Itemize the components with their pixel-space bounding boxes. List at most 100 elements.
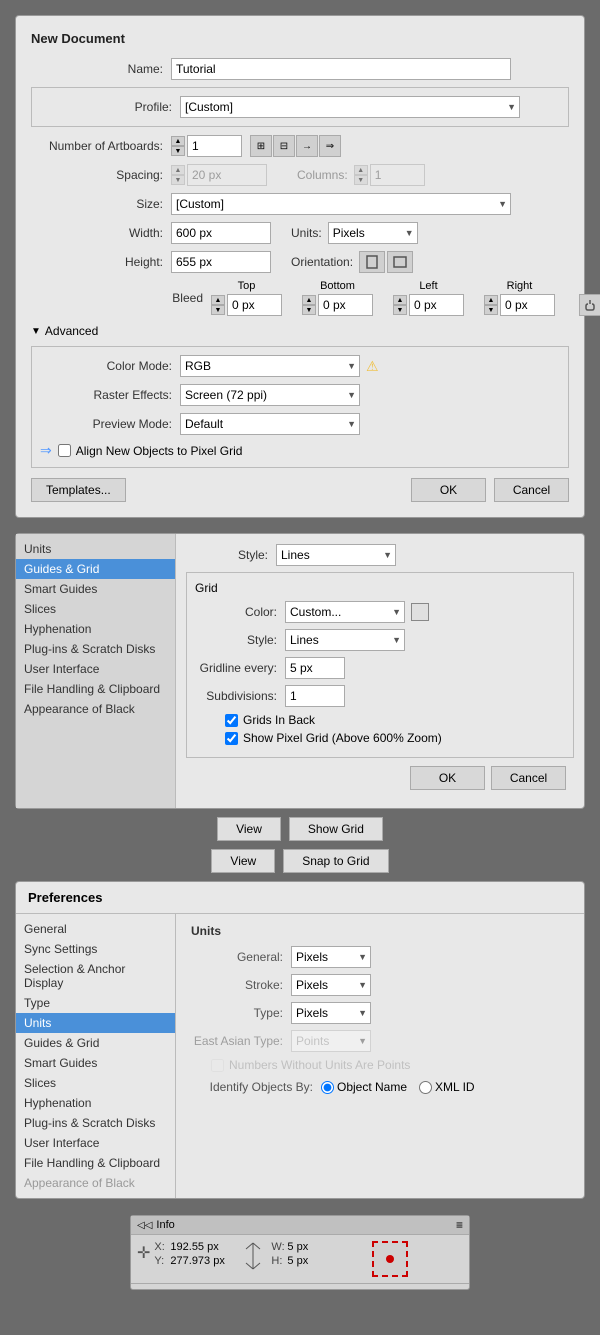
- link-bleed-btn[interactable]: [579, 294, 600, 316]
- arrange-right-icon[interactable]: →: [296, 135, 318, 157]
- bleed-right-up[interactable]: ▲: [484, 295, 498, 305]
- grid-color-select-wrapper: Custom...: [285, 601, 405, 623]
- arrange-left-icon[interactable]: ⇒: [319, 135, 341, 157]
- general-units-select[interactable]: PixelsInches: [291, 946, 371, 968]
- info-expand-icon[interactable]: ◁◁: [137, 1220, 152, 1231]
- raster-select[interactable]: Screen (72 ppi) Medium (150 ppi) High (3…: [180, 384, 360, 406]
- guides-ok-button[interactable]: OK: [410, 766, 485, 790]
- grids-in-back-label: Grids In Back: [243, 713, 315, 727]
- xml-id-option[interactable]: XML ID: [419, 1080, 475, 1094]
- artboards-input[interactable]: [187, 135, 242, 157]
- units-select[interactable]: Pixels Inches Millimeters: [328, 222, 418, 244]
- sidebar-item-ui[interactable]: User Interface: [16, 659, 175, 679]
- grid-style-select[interactable]: Lines Dots: [285, 629, 405, 651]
- sidebar-item-smart-guides[interactable]: Smart Guides: [16, 579, 175, 599]
- pref-item-slices[interactable]: Slices: [16, 1073, 175, 1093]
- height-input[interactable]: [171, 251, 271, 273]
- sidebar-item-plugins[interactable]: Plug-ins & Scratch Disks: [16, 639, 175, 659]
- grid-col-icon[interactable]: ⊟: [273, 135, 295, 157]
- bleed-bottom-down[interactable]: ▼: [302, 305, 316, 315]
- grid-color-select[interactable]: Custom...: [285, 601, 405, 623]
- pref-item-appearance[interactable]: Appearance of Black: [16, 1173, 175, 1193]
- pref-item-hyphenation[interactable]: Hyphenation: [16, 1093, 175, 1113]
- pref-item-units[interactable]: Units: [16, 1013, 175, 1033]
- subdivisions-input[interactable]: [285, 685, 345, 707]
- identify-row: Identify Objects By: Object Name XML ID: [191, 1080, 569, 1094]
- colormode-row: Color Mode: RGB CMYK ⚠: [40, 355, 560, 377]
- ok-button[interactable]: OK: [411, 478, 486, 502]
- columns-down-btn[interactable]: ▼: [354, 175, 368, 185]
- pref-item-file[interactable]: File Handling & Clipboard: [16, 1153, 175, 1173]
- colormode-select[interactable]: RGB CMYK: [180, 355, 360, 377]
- artboards-up-btn[interactable]: ▲: [171, 136, 185, 146]
- type-units-row: Type: PixelsPoints: [191, 1002, 569, 1024]
- sidebar-item-units[interactable]: Units: [16, 539, 175, 559]
- snap-to-grid-button[interactable]: Snap to Grid: [283, 849, 388, 873]
- bleed-right-down[interactable]: ▼: [484, 305, 498, 315]
- info-menu-icon[interactable]: ≡: [456, 1218, 463, 1232]
- templates-button[interactable]: Templates...: [31, 478, 126, 502]
- object-name-option[interactable]: Object Name: [321, 1080, 407, 1094]
- h-label: H:: [271, 1255, 287, 1267]
- bleed-right-input[interactable]: [500, 294, 555, 316]
- columns-up-btn[interactable]: ▲: [354, 165, 368, 175]
- bleed-left-up[interactable]: ▲: [393, 295, 407, 305]
- guides-style-select[interactable]: Lines Dots: [276, 544, 396, 566]
- bleed-bottom-up[interactable]: ▲: [302, 295, 316, 305]
- stroke-units-select[interactable]: PixelsPoints: [291, 974, 371, 996]
- size-select[interactable]: [Custom]: [171, 193, 511, 215]
- spacing-down-btn[interactable]: ▼: [171, 175, 185, 185]
- type-units-select[interactable]: PixelsPoints: [291, 1002, 371, 1024]
- object-name-radio[interactable]: [321, 1081, 334, 1094]
- grid-layout-icon[interactable]: ⊞: [250, 135, 272, 157]
- profile-select[interactable]: [Custom]: [180, 96, 520, 118]
- info-section: ◁◁ Info ≡ ✛ X: 192.55 px Y: 277.973 px: [0, 1207, 600, 1290]
- sidebar-item-hyphenation[interactable]: Hyphenation: [16, 619, 175, 639]
- bleed-left-down[interactable]: ▼: [393, 305, 407, 315]
- grids-in-back-checkbox[interactable]: [225, 714, 238, 727]
- landscape-btn[interactable]: [387, 251, 413, 273]
- show-grid-button[interactable]: Show Grid: [289, 817, 383, 841]
- view-btn-2[interactable]: View: [211, 849, 275, 873]
- pref-item-type[interactable]: Type: [16, 993, 175, 1013]
- portrait-btn[interactable]: [359, 251, 385, 273]
- bleed-bottom-input[interactable]: [318, 294, 373, 316]
- guides-cancel-button[interactable]: Cancel: [491, 766, 566, 790]
- sidebar-item-guides-grid[interactable]: Guides & Grid: [16, 559, 175, 579]
- guides-style-select-wrapper: Lines Dots: [276, 544, 396, 566]
- sidebar-item-appearance[interactable]: Appearance of Black: [16, 699, 175, 719]
- pref-item-sync[interactable]: Sync Settings: [16, 939, 175, 959]
- pref-item-general[interactable]: General: [16, 919, 175, 939]
- bleed-top-up[interactable]: ▲: [211, 295, 225, 305]
- artboards-down-btn[interactable]: ▼: [171, 146, 185, 156]
- view-btn-1[interactable]: View: [217, 817, 281, 841]
- width-input[interactable]: [171, 222, 271, 244]
- sidebar-item-slices[interactable]: Slices: [16, 599, 175, 619]
- pref-item-guides[interactable]: Guides & Grid: [16, 1033, 175, 1053]
- wh-arrow-group: [245, 1241, 261, 1271]
- bleed-top-down[interactable]: ▼: [211, 305, 225, 315]
- gridline-input[interactable]: [285, 657, 345, 679]
- pref-item-selection[interactable]: Selection & Anchor Display: [16, 959, 175, 993]
- bleed-top-input[interactable]: [227, 294, 282, 316]
- pref-item-ui[interactable]: User Interface: [16, 1133, 175, 1153]
- spacing-up-btn[interactable]: ▲: [171, 165, 185, 175]
- show-pixel-grid-checkbox[interactable]: [225, 732, 238, 745]
- profile-row: Profile: [Custom]: [40, 96, 560, 118]
- color-swatch[interactable]: [411, 603, 429, 621]
- preview-select[interactable]: Default Pixel Overprint: [180, 413, 360, 435]
- sidebar-item-file-handling[interactable]: File Handling & Clipboard: [16, 679, 175, 699]
- pref-item-plugins[interactable]: Plug-ins & Scratch Disks: [16, 1113, 175, 1133]
- align-checkbox[interactable]: [58, 444, 71, 457]
- east-asian-select[interactable]: Points: [291, 1030, 371, 1052]
- xml-id-radio[interactable]: [419, 1081, 432, 1094]
- spacing-input[interactable]: [187, 164, 267, 186]
- new-doc-buttons: Templates... OK Cancel: [31, 478, 569, 502]
- advanced-toggle[interactable]: ▼ Advanced: [31, 324, 569, 338]
- numbers-units-checkbox[interactable]: [211, 1059, 224, 1072]
- name-input[interactable]: [171, 58, 511, 80]
- bleed-left-input[interactable]: [409, 294, 464, 316]
- pref-item-smart-guides[interactable]: Smart Guides: [16, 1053, 175, 1073]
- cancel-button[interactable]: Cancel: [494, 478, 569, 502]
- columns-input[interactable]: [370, 164, 425, 186]
